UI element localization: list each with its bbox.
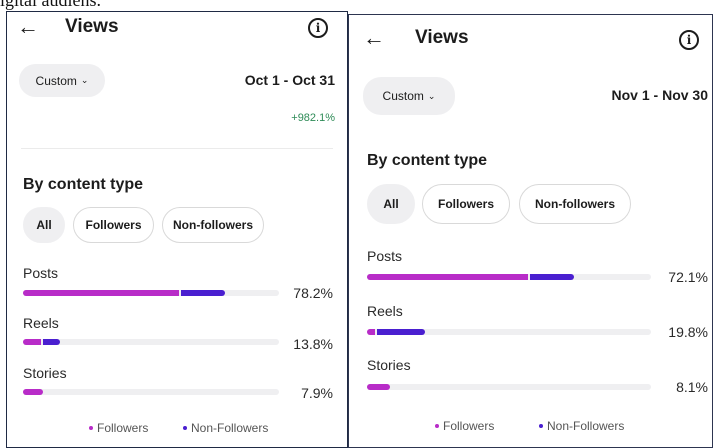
posts-followers-bar xyxy=(23,290,179,296)
legend-followers-label: Followers xyxy=(97,421,149,435)
chip-non-followers[interactable]: Non-followers xyxy=(519,184,631,224)
posts-non-followers-bar xyxy=(530,274,574,280)
page-title: Views xyxy=(65,16,119,37)
chip-followers[interactable]: Followers xyxy=(422,184,510,224)
posts-followers-bar xyxy=(367,274,528,280)
custom-filter-dropdown[interactable]: Custom ⌄ xyxy=(19,64,105,97)
views-change-percent: +982.1% xyxy=(291,112,335,124)
legend-followers: Followers xyxy=(89,421,148,435)
arrow-left-icon[interactable]: ← xyxy=(17,16,39,38)
row-label-reels: Reels xyxy=(367,303,403,319)
legend-non-followers-label: Non-Followers xyxy=(547,419,625,433)
custom-filter-label: Custom xyxy=(382,89,424,103)
header: ← Views xyxy=(363,27,469,49)
divider xyxy=(21,148,333,149)
views-panel-november: ← Views i Custom ⌄ Nov 1 - Nov 30 By con… xyxy=(348,14,713,448)
non-followers-dot-icon xyxy=(183,426,187,430)
posts-bar xyxy=(23,290,279,296)
stories-followers-bar xyxy=(23,389,43,395)
row-label-stories: Stories xyxy=(367,357,411,373)
chip-all[interactable]: All xyxy=(367,184,415,224)
date-range: Nov 1 - Nov 30 xyxy=(611,87,708,103)
date-range: Oct 1 - Oct 31 xyxy=(244,72,335,88)
stories-followers-bar xyxy=(367,384,390,390)
chip-all[interactable]: All xyxy=(23,207,65,243)
legend-non-followers-label: Non-Followers xyxy=(191,421,269,435)
section-title: By content type xyxy=(367,152,488,169)
posts-percent: 78.2% xyxy=(293,285,333,301)
info-icon[interactable]: i xyxy=(679,30,699,50)
page-title: Views xyxy=(415,27,469,48)
posts-bar xyxy=(367,274,651,280)
reels-non-followers-bar xyxy=(377,329,425,335)
row-label-reels: Reels xyxy=(23,315,59,331)
legend-followers: Followers xyxy=(435,419,494,433)
reels-percent: 19.8% xyxy=(668,324,708,340)
stories-bar xyxy=(23,389,279,395)
reels-followers-bar xyxy=(23,339,41,345)
row-label-posts: Posts xyxy=(23,265,59,281)
followers-dot-icon xyxy=(435,424,439,428)
non-followers-dot-icon xyxy=(539,424,543,428)
custom-filter-label: Custom xyxy=(35,73,77,88)
reels-percent: 13.8% xyxy=(293,336,333,352)
legend-non-followers: Non-Followers xyxy=(539,419,624,433)
arrow-left-icon[interactable]: ← xyxy=(363,27,385,49)
reels-bar xyxy=(23,339,279,345)
stories-bar xyxy=(367,384,651,390)
section-title: By content type xyxy=(23,176,144,193)
reels-non-followers-bar xyxy=(43,339,60,345)
chip-followers[interactable]: Followers xyxy=(73,207,154,243)
header: ← Views xyxy=(17,16,119,38)
legend-non-followers: Non-Followers xyxy=(183,421,268,435)
stories-percent: 8.1% xyxy=(676,379,708,395)
chip-non-followers[interactable]: Non-followers xyxy=(162,207,264,243)
custom-filter-dropdown[interactable]: Custom ⌄ xyxy=(363,77,455,115)
posts-percent: 72.1% xyxy=(668,269,708,285)
row-label-posts: Posts xyxy=(367,248,403,264)
posts-non-followers-bar xyxy=(181,290,225,296)
chevron-down-icon: ⌄ xyxy=(80,75,89,85)
caption-text: igital audiens. xyxy=(0,0,101,10)
row-label-stories: Stories xyxy=(23,365,67,381)
reels-followers-bar xyxy=(367,329,375,335)
legend-followers-label: Followers xyxy=(443,419,495,433)
views-panel-october: ← Views i Custom ⌄ Oct 1 - Oct 31 +982.1… xyxy=(6,11,348,448)
reels-bar xyxy=(367,329,651,335)
followers-dot-icon xyxy=(89,426,93,430)
info-icon[interactable]: i xyxy=(308,18,328,38)
stories-percent: 7.9% xyxy=(301,385,333,401)
chevron-down-icon: ⌄ xyxy=(427,90,436,101)
